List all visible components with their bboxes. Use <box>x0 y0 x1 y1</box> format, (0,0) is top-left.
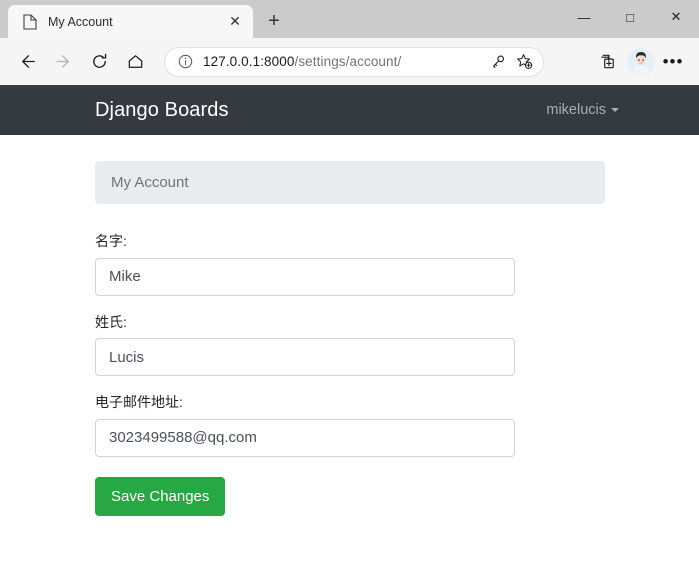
tab-title: My Account <box>48 14 113 29</box>
chevron-down-icon <box>611 108 619 112</box>
last-name-label: 姓氏: <box>95 313 127 330</box>
account-settings-form: 名字: 姓氏: 电子邮件地址: Save Changes <box>95 232 604 516</box>
address-bar[interactable]: 127.0.0.1:8000/settings/account/ <box>164 46 544 77</box>
home-icon[interactable] <box>118 45 152 79</box>
url-host: 127.0.0.1:8000 <box>203 54 295 69</box>
forward-icon <box>46 45 80 79</box>
maximize-icon[interactable]: □ <box>607 0 653 34</box>
back-icon[interactable] <box>10 45 44 79</box>
first-name-label: 名字: <box>95 233 127 249</box>
page-viewport: Django Boards mikelucis My Account 名字: 姓… <box>0 85 699 562</box>
breadcrumb: My Account <box>95 161 605 204</box>
url-path: /settings/account/ <box>294 54 402 69</box>
browser-window: My Account ✕ + — □ ✕ 127.0.0.1:8000/sett… <box>0 0 699 562</box>
form-group-first-name: 名字: <box>95 232 604 296</box>
close-window-icon[interactable]: ✕ <box>653 0 699 34</box>
more-options-icon[interactable]: ••• <box>657 46 689 78</box>
url-text[interactable]: 127.0.0.1:8000/settings/account/ <box>203 54 485 69</box>
page-icon <box>22 13 38 30</box>
navbar-user-menu[interactable]: mikelucis <box>546 102 619 118</box>
navbar-brand[interactable]: Django Boards <box>95 99 229 122</box>
navbar-username: mikelucis <box>546 102 606 118</box>
browser-tab[interactable]: My Account ✕ <box>8 5 253 38</box>
profile-avatar[interactable] <box>627 47 655 76</box>
form-group-last-name: 姓氏: <box>95 313 604 377</box>
email-label: 电子邮件地址: <box>95 394 183 411</box>
site-info-icon[interactable] <box>175 52 195 72</box>
star-add-icon[interactable] <box>511 49 537 75</box>
key-icon[interactable] <box>485 49 511 75</box>
reload-icon[interactable] <box>82 45 116 79</box>
form-group-email: 电子邮件地址: <box>95 393 604 457</box>
minimize-icon[interactable]: — <box>561 0 607 34</box>
site-navbar: Django Boards mikelucis <box>0 85 699 135</box>
save-changes-button[interactable]: Save Changes <box>95 476 226 516</box>
last-name-input[interactable] <box>95 338 515 377</box>
email-input[interactable] <box>95 418 515 457</box>
close-icon[interactable]: ✕ <box>225 12 245 32</box>
toolbar-right-group: ••• <box>591 45 689 79</box>
browser-toolbar: 127.0.0.1:8000/settings/account/ ••• <box>0 38 699 85</box>
tab-strip: My Account ✕ + — □ ✕ <box>0 0 699 38</box>
breadcrumb-item-my-account: My Account <box>111 174 189 191</box>
collections-icon[interactable] <box>591 45 625 79</box>
new-tab-button[interactable]: + <box>259 6 289 36</box>
window-controls: — □ ✕ <box>561 0 699 34</box>
page-container: My Account 名字: 姓氏: 电子邮件地址: Save Changes <box>0 135 699 516</box>
first-name-input[interactable] <box>95 257 515 296</box>
